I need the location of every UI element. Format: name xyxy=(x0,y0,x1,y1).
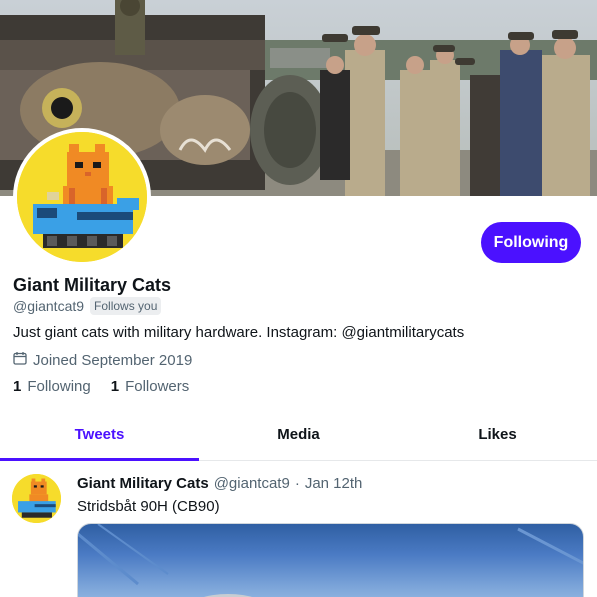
joined-date-row: Joined September 2019 xyxy=(13,351,192,369)
tweet-date[interactable]: Jan 12th xyxy=(305,475,363,492)
tweet-photo xyxy=(78,524,583,597)
profile-avatar[interactable] xyxy=(13,128,151,266)
profile-name: Giant Military Cats xyxy=(13,275,172,295)
profile-handle: @giantcat9 xyxy=(13,298,85,314)
joined-date-text: Joined September 2019 xyxy=(33,351,193,369)
following-count: 1 xyxy=(13,378,22,395)
tab-likes[interactable]: Likes xyxy=(398,408,597,460)
followers-stat[interactable]: 1 Followers xyxy=(111,378,190,395)
tweet-author-name[interactable]: Giant Military Cats xyxy=(77,475,209,492)
tweet-author-handle[interactable]: @giantcat9 xyxy=(214,475,290,492)
following-stat[interactable]: 1 Following xyxy=(13,378,91,395)
tweet-text: Stridsbåt 90H (CB90) xyxy=(77,498,220,515)
following-label: Following xyxy=(27,378,91,395)
following-button[interactable]: Following xyxy=(481,222,581,263)
tab-tweets[interactable]: Tweets xyxy=(0,408,199,461)
followers-count: 1 xyxy=(110,378,120,395)
tweet-header: Giant Military Cats @giantcat9 · Jan 12t… xyxy=(77,475,362,492)
follows-you-badge: Follows you xyxy=(90,297,162,315)
calendar-icon xyxy=(13,351,27,369)
tweet-avatar-cat-image xyxy=(12,474,61,523)
tweet-separator: · xyxy=(294,475,300,492)
followers-label: Followers xyxy=(125,378,190,395)
tweet-avatar[interactable] xyxy=(12,474,61,523)
profile-tabs: Tweets Media Likes xyxy=(0,408,597,461)
handle-row: @giantcat9 Follows you xyxy=(13,297,162,315)
follow-stats: 1 Following 1 Followers xyxy=(13,378,189,395)
tab-media[interactable]: Media xyxy=(199,408,398,460)
avatar-cat-image xyxy=(17,132,147,262)
profile-bio: Just giant cats with military hardware. … xyxy=(13,324,465,341)
tweet-media-image[interactable] xyxy=(77,523,584,597)
